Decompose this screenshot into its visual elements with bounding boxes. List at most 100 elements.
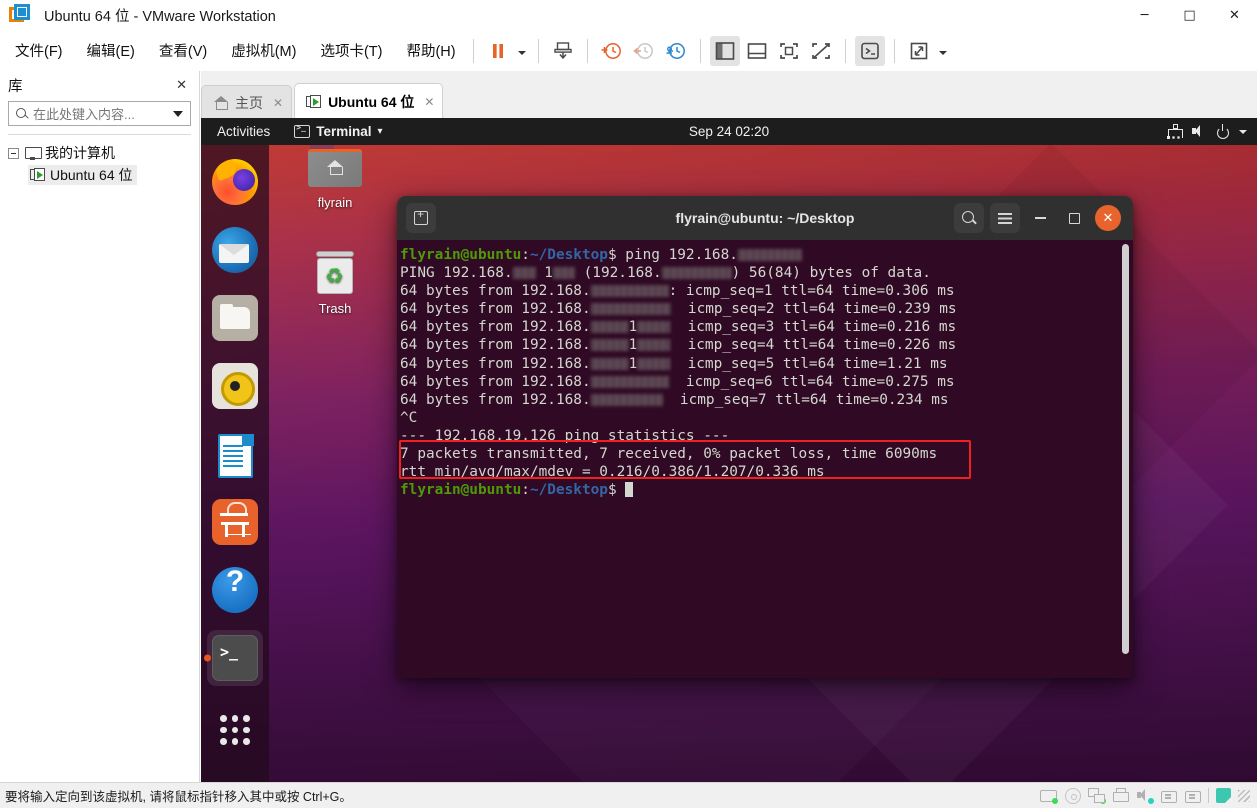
chevron-down-icon[interactable]: ▾ bbox=[378, 126, 383, 137]
icmp-head-text: 64 bytes from 192.168. bbox=[400, 355, 591, 372]
tree-item-ubuntu-64[interactable]: Ubuntu 64 位 bbox=[8, 164, 191, 186]
rhythmbox-icon bbox=[212, 363, 258, 409]
prompt-colon: : bbox=[521, 247, 530, 263]
terminal-cursor bbox=[625, 482, 634, 498]
resize-grip-icon[interactable] bbox=[1238, 789, 1250, 802]
hard-disk-icon[interactable] bbox=[1040, 788, 1058, 804]
terminal-scrollbar[interactable] bbox=[1122, 244, 1129, 654]
dock-item-show-applications[interactable] bbox=[207, 698, 263, 754]
tree-item-label: 我的计算机 bbox=[45, 145, 115, 161]
icmp-head-text: 64 bytes from 192.168. bbox=[400, 373, 591, 390]
dock-item-ubuntu-software[interactable] bbox=[207, 494, 263, 550]
fullscreen-dropdown-chevron-down-icon[interactable] bbox=[935, 36, 951, 66]
menu-edit[interactable]: 编辑(E) bbox=[78, 37, 144, 64]
snapshot-revert-button[interactable] bbox=[629, 36, 659, 66]
dock-item-libreoffice-writer[interactable] bbox=[207, 426, 263, 482]
snapshot-manager-button[interactable] bbox=[661, 36, 691, 66]
icmp-head-text: 64 bytes from 192.168. bbox=[400, 391, 591, 408]
terminal-minimize-button[interactable] bbox=[1023, 196, 1057, 240]
tab-home[interactable]: 主页 ✕ bbox=[201, 85, 293, 119]
menu-view[interactable]: 查看(V) bbox=[150, 37, 216, 64]
tab-ubuntu-64[interactable]: Ubuntu 64 位 ✕ bbox=[294, 83, 444, 119]
desktop-icon-flyrain[interactable]: flyrain bbox=[297, 143, 373, 210]
menu-help[interactable]: 帮助(H) bbox=[397, 37, 464, 64]
suspend-button[interactable] bbox=[483, 36, 513, 66]
new-tab-button[interactable] bbox=[406, 203, 436, 233]
tab-close-icon[interactable]: ✕ bbox=[273, 96, 283, 110]
menu-tabs[interactable]: 选项卡(T) bbox=[311, 37, 391, 64]
system-tray[interactable] bbox=[1167, 124, 1247, 139]
terminal-titlebar[interactable]: flyrain@ubuntu: ~/Desktop ✕ bbox=[397, 196, 1133, 240]
terminal-line-prompt-command: flyrain@ubuntu:~/Desktop$ ping 192.168. bbox=[400, 246, 1133, 264]
notes-icon[interactable] bbox=[1216, 788, 1231, 803]
dock-item-rhythmbox[interactable] bbox=[207, 358, 263, 414]
tree-item-label: Ubuntu 64 位 bbox=[50, 167, 133, 183]
libreoffice-writer-icon bbox=[212, 431, 258, 478]
power-down-button[interactable] bbox=[548, 36, 578, 66]
terminal-window[interactable]: flyrain@ubuntu: ~/Desktop ✕ flyrain@ubun… bbox=[397, 196, 1133, 678]
app-menu-terminal[interactable]: Terminal ▾ bbox=[294, 123, 383, 139]
redacted-ip-icon bbox=[590, 339, 629, 352]
terminal-line-stats-1: 7 packets transmitted, 7 received, 0% pa… bbox=[400, 446, 938, 463]
dock-item-help[interactable] bbox=[207, 562, 263, 618]
terminal-icon bbox=[212, 635, 258, 681]
terminal-close-button[interactable]: ✕ bbox=[1095, 205, 1121, 231]
dock-item-files[interactable] bbox=[207, 290, 263, 346]
terminal-search-button[interactable] bbox=[954, 203, 984, 233]
redacted-ip-icon bbox=[637, 321, 671, 334]
vm-running-icon bbox=[306, 94, 322, 109]
chevron-down-icon[interactable] bbox=[1239, 129, 1247, 134]
console-view-button[interactable] bbox=[774, 36, 804, 66]
printer-icon[interactable] bbox=[1112, 788, 1129, 803]
library-panel: 库 ✕ 在此处键入内容... 我的计算机 Ubuntu 64 位 bbox=[0, 71, 200, 782]
close-window-button[interactable]: ✕ bbox=[1212, 0, 1257, 31]
home-folder-icon bbox=[308, 143, 362, 191]
snapshot-add-button[interactable] bbox=[597, 36, 627, 66]
files-icon bbox=[212, 295, 258, 341]
terminal-menu-button[interactable] bbox=[990, 203, 1020, 233]
icmp-head-text: 64 bytes from 192.168. bbox=[400, 283, 591, 300]
tab-strip: 主页 ✕ Ubuntu 64 位 ✕ bbox=[201, 71, 1257, 119]
desktop-icon-label: Trash bbox=[318, 301, 352, 316]
menu-vm[interactable]: 虚拟机(M) bbox=[222, 37, 305, 64]
tab-close-icon[interactable]: ✕ bbox=[424, 95, 434, 109]
activities-button[interactable]: Activities bbox=[211, 122, 276, 141]
network-adapter-icon[interactable] bbox=[1088, 788, 1106, 804]
guest-screen[interactable]: Activities Terminal ▾ Sep 24 02:20 bbox=[201, 118, 1257, 782]
terminal-line-ping-header: PING 192.168. 1 (192.168.) 56(84) bytes … bbox=[400, 265, 931, 282]
usb-device-1-icon[interactable] bbox=[1160, 788, 1177, 803]
tree-item-my-computer[interactable]: 我的计算机 bbox=[8, 142, 191, 164]
dock-item-thunderbird[interactable] bbox=[207, 222, 263, 278]
console-off-button[interactable] bbox=[806, 36, 836, 66]
library-search-input[interactable]: 在此处键入内容... bbox=[8, 101, 191, 126]
library-close-icon[interactable]: ✕ bbox=[172, 77, 191, 93]
terminal-command: ping 192.168. bbox=[625, 247, 738, 263]
power-icon bbox=[1215, 124, 1230, 139]
fullscreen-button[interactable] bbox=[904, 36, 934, 66]
usb-device-2-icon[interactable] bbox=[1184, 788, 1201, 803]
thunderbird-icon bbox=[212, 227, 258, 273]
chevron-down-icon[interactable] bbox=[173, 110, 183, 117]
desktop-icon-trash[interactable]: ♻ Trash bbox=[297, 249, 373, 316]
maximize-icon bbox=[1068, 212, 1080, 224]
suspend-dropdown-chevron-down-icon[interactable] bbox=[514, 36, 530, 66]
terminal-maximize-button[interactable] bbox=[1057, 196, 1091, 240]
terminal-line-stats-header: --- 192.168.19.126 ping statistics --- bbox=[400, 427, 730, 444]
icmp-tail-text: icmp_seq=3 ttl=64 time=0.216 ms bbox=[670, 319, 957, 336]
status-device-icons bbox=[1040, 788, 1250, 804]
toolbar-separator bbox=[699, 38, 701, 63]
unity-mode-button[interactable] bbox=[854, 35, 885, 66]
sound-icon[interactable] bbox=[1136, 788, 1154, 804]
terminal-output[interactable]: flyrain@ubuntu:~/Desktop$ ping 192.168. … bbox=[397, 240, 1133, 678]
cd-drive-icon[interactable] bbox=[1064, 788, 1081, 804]
menu-file[interactable]: 文件(F) bbox=[6, 37, 72, 64]
terminal-line-icmp-5: 64 bytes from 192.168. 1 icmp_seq=5 ttl=6… bbox=[400, 355, 948, 372]
minimize-window-button[interactable]: ─ bbox=[1122, 0, 1167, 31]
dock-item-firefox[interactable] bbox=[207, 154, 263, 210]
maximize-window-button[interactable]: □ bbox=[1167, 0, 1212, 31]
dock-item-terminal[interactable] bbox=[207, 630, 263, 686]
show-thumbnail-bar-button[interactable] bbox=[742, 36, 772, 66]
show-library-button[interactable] bbox=[709, 35, 740, 66]
collapse-icon[interactable] bbox=[8, 147, 19, 159]
clock[interactable]: Sep 24 02:20 bbox=[689, 124, 769, 139]
